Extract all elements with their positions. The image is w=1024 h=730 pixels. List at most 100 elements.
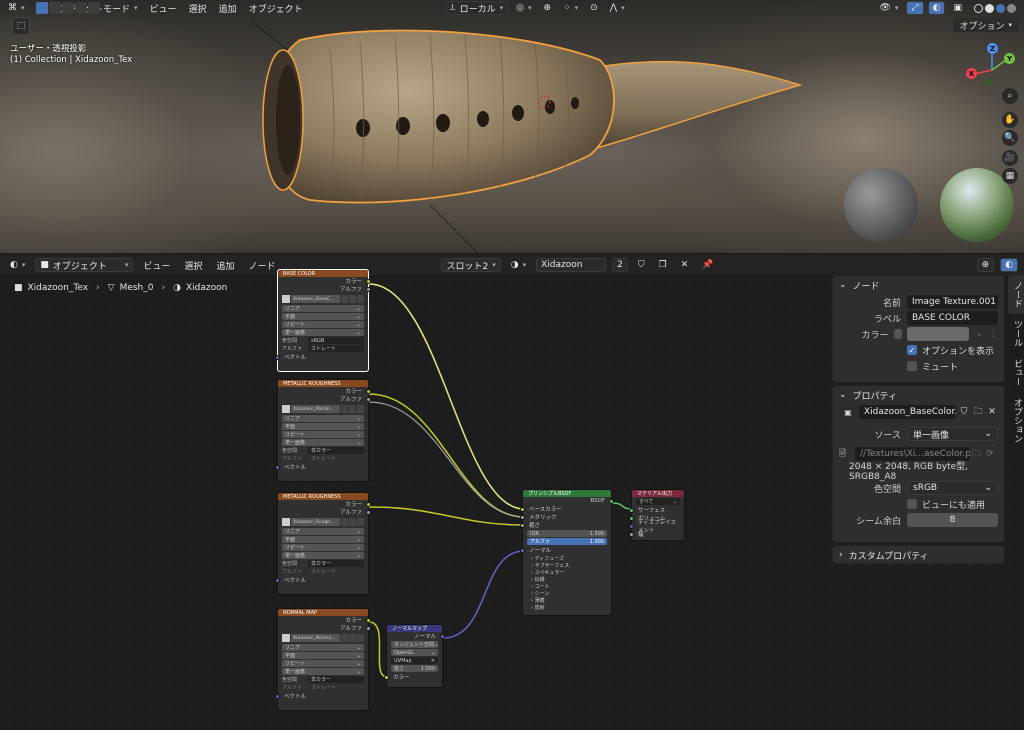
alpha-output-socket[interactable]: [366, 510, 371, 515]
image-selector[interactable]: Xidazoon_Metall...: [282, 405, 364, 413]
unlink-material-icon[interactable]: ✕: [677, 258, 693, 272]
shading-solid-icon[interactable]: [985, 3, 994, 13]
texture-node-roughness[interactable]: METALLIC ROUGHNESS カラー アルファ Xidazoon_Rou…: [275, 492, 371, 595]
texture-node-metallic[interactable]: METALLIC ROUGHNESS カラー アルファ Xidazoon_Met…: [275, 379, 371, 482]
panel-diffuse[interactable]: › ディフューズ: [523, 554, 611, 562]
select-intersect-icon[interactable]: [88, 2, 100, 14]
view-as-render-checkbox[interactable]: [907, 499, 917, 509]
colorspace-value[interactable]: 非カラー: [308, 560, 364, 567]
snap-node-icon[interactable]: ⊕: [976, 258, 995, 272]
reload-icon[interactable]: ⟳: [986, 449, 998, 459]
shading-wireframe-icon[interactable]: [974, 3, 983, 13]
tab-options[interactable]: オプション: [1008, 392, 1024, 449]
image-name[interactable]: Xidazoon_Norma...: [291, 634, 340, 642]
panel-emission[interactable]: › 放射: [523, 603, 611, 611]
image-selector[interactable]: Xidazoon_Rough...: [282, 518, 364, 526]
select-subtract-icon[interactable]: [62, 2, 74, 14]
panel-specular[interactable]: › スペキュラー: [523, 568, 611, 576]
show-options-row[interactable]: ✓ オプションを表示: [833, 342, 1004, 358]
panel-transmission[interactable]: › 伝播: [523, 575, 611, 583]
alpha-mode-row[interactable]: アルファ ストレート: [282, 568, 364, 575]
volume-input-socket[interactable]: [629, 516, 634, 521]
alpha-mode-row[interactable]: アルファ ストレート: [282, 455, 364, 462]
projection-dropdown[interactable]: 平面 ⌄: [282, 313, 364, 320]
pan-icon[interactable]: ✋: [1002, 112, 1018, 128]
projection-dropdown[interactable]: 平面 ⌄: [282, 652, 364, 659]
uv-map-field[interactable]: UVMap ×: [391, 657, 438, 664]
vector-input-socket[interactable]: [275, 694, 280, 699]
transform-orientation-dropdown[interactable]: ⟂ ローカル ▾: [444, 1, 509, 15]
duplicate-material-icon[interactable]: ❐: [655, 258, 671, 272]
alpha-output-socket[interactable]: [366, 626, 371, 631]
pin-icon[interactable]: 📌: [698, 258, 717, 272]
interpolation-dropdown[interactable]: リニア ⌄: [282, 644, 364, 651]
ne-menu-view[interactable]: ビュー: [139, 258, 174, 272]
zoom-icon[interactable]: ⌕: [1002, 88, 1018, 104]
node-name-field[interactable]: Image Texture.001: [907, 295, 998, 309]
close-icon[interactable]: [357, 518, 364, 526]
texture-node-normal[interactable]: NORMAL MAP カラー アルファ Xidazoon_Norma... リニ…: [275, 608, 371, 711]
colorspace-row[interactable]: 色空間 非カラー: [282, 560, 364, 567]
select-invert-icon[interactable]: [75, 2, 87, 14]
navigation-gizmo[interactable]: Z X Y: [962, 40, 1022, 90]
tab-node[interactable]: ノード: [1008, 275, 1024, 314]
color-output-socket[interactable]: [366, 279, 371, 284]
interpolation-dropdown[interactable]: リニア ⌄: [282, 528, 364, 535]
source-dropdown[interactable]: 単一画像 ⌄: [907, 427, 998, 441]
overlay-toggle-icon[interactable]: ◐: [927, 1, 946, 15]
space-dropdown[interactable]: タンジェント空間 ⌄: [391, 641, 438, 648]
view-as-render-row[interactable]: ビューにも適用: [833, 496, 1004, 512]
colorspace-value[interactable]: sRGB: [308, 337, 364, 344]
grid-view-icon[interactable]: ▦: [1002, 168, 1018, 184]
close-icon[interactable]: [357, 634, 364, 642]
shading-material-icon[interactable]: [996, 3, 1005, 13]
node-editor-type-icon[interactable]: ◐ ▾: [6, 258, 29, 272]
open-image-icon[interactable]: [349, 634, 356, 642]
seam-margin-field[interactable]: 8: [907, 513, 998, 527]
colorspace-value[interactable]: 非カラー: [308, 676, 364, 683]
mute-row[interactable]: ミュート: [833, 358, 1004, 374]
source-dropdown[interactable]: 単一画像 ⌄: [282, 329, 364, 336]
extension-dropdown[interactable]: リピート ⌄: [282, 544, 364, 551]
bsdf-output-socket[interactable]: [609, 499, 614, 504]
image-name[interactable]: Xidazoon_BaseC...: [291, 295, 340, 303]
shading-rendered-icon[interactable]: [1007, 3, 1016, 13]
open-image-icon[interactable]: [349, 405, 356, 413]
material-users-count[interactable]: 2: [612, 258, 628, 272]
node-color-swatch[interactable]: [907, 327, 970, 341]
colorspace-row[interactable]: 色空間 非カラー: [282, 447, 364, 454]
source-dropdown[interactable]: 単一画像 ⌄: [282, 552, 364, 559]
node-color-checkbox[interactable]: [894, 329, 903, 339]
options-dropdown[interactable]: オプション ▾: [953, 18, 1018, 32]
node-title[interactable]: BASE COLOR: [278, 270, 368, 277]
visibility-icon[interactable]: 👁 ▾: [875, 1, 902, 15]
material-output-node[interactable]: マテリアル出力 すべて ⌄ サーフェス ボリューム ディスプレイスメント 幅: [629, 489, 685, 541]
editor-type-icon[interactable]: ⌘ ▾: [4, 1, 29, 15]
roughness-input-socket[interactable]: [520, 523, 525, 528]
material-browse-icon[interactable]: ◑ ▾: [507, 258, 530, 272]
node-title[interactable]: METALLIC ROUGHNESS: [278, 380, 368, 387]
alpha-output-socket[interactable]: [366, 397, 371, 402]
alpha-mode-value[interactable]: ストレート: [308, 684, 364, 691]
node-panel-header[interactable]: ⌄ ノード: [833, 276, 1004, 294]
select-tool-icon[interactable]: ⬚: [12, 17, 30, 35]
alpha-mode-row[interactable]: アルファ ストレート: [282, 684, 364, 691]
panel-subsurface[interactable]: › サブサーフェス: [523, 561, 611, 569]
extension-dropdown[interactable]: リピート ⌄: [282, 431, 364, 438]
panel-thin-film[interactable]: › 薄膜: [523, 596, 611, 604]
close-icon[interactable]: ×: [431, 658, 435, 664]
proportional-edit-icon[interactable]: ⊙: [586, 1, 602, 15]
image-selector[interactable]: Xidazoon_Norma...: [282, 634, 364, 642]
vector-input-socket[interactable]: [275, 355, 280, 360]
normal-output-socket[interactable]: [440, 634, 445, 639]
alpha-mode-value[interactable]: ストレート: [308, 345, 364, 352]
tab-tool[interactable]: ツール: [1008, 314, 1024, 353]
interpolation-dropdown[interactable]: リニア ⌄: [282, 305, 364, 312]
image-name[interactable]: Xidazoon_Rough...: [291, 518, 340, 526]
mute-checkbox[interactable]: [907, 361, 917, 371]
menu-object[interactable]: オブジェクト: [245, 1, 307, 15]
alpha-mode-row[interactable]: アルファ ストレート: [282, 345, 364, 352]
node-label-field[interactable]: BASE COLOR: [907, 311, 998, 325]
colorspace-value[interactable]: 非カラー: [308, 447, 364, 454]
gizmo-y-axis[interactable]: Y: [1004, 53, 1015, 64]
